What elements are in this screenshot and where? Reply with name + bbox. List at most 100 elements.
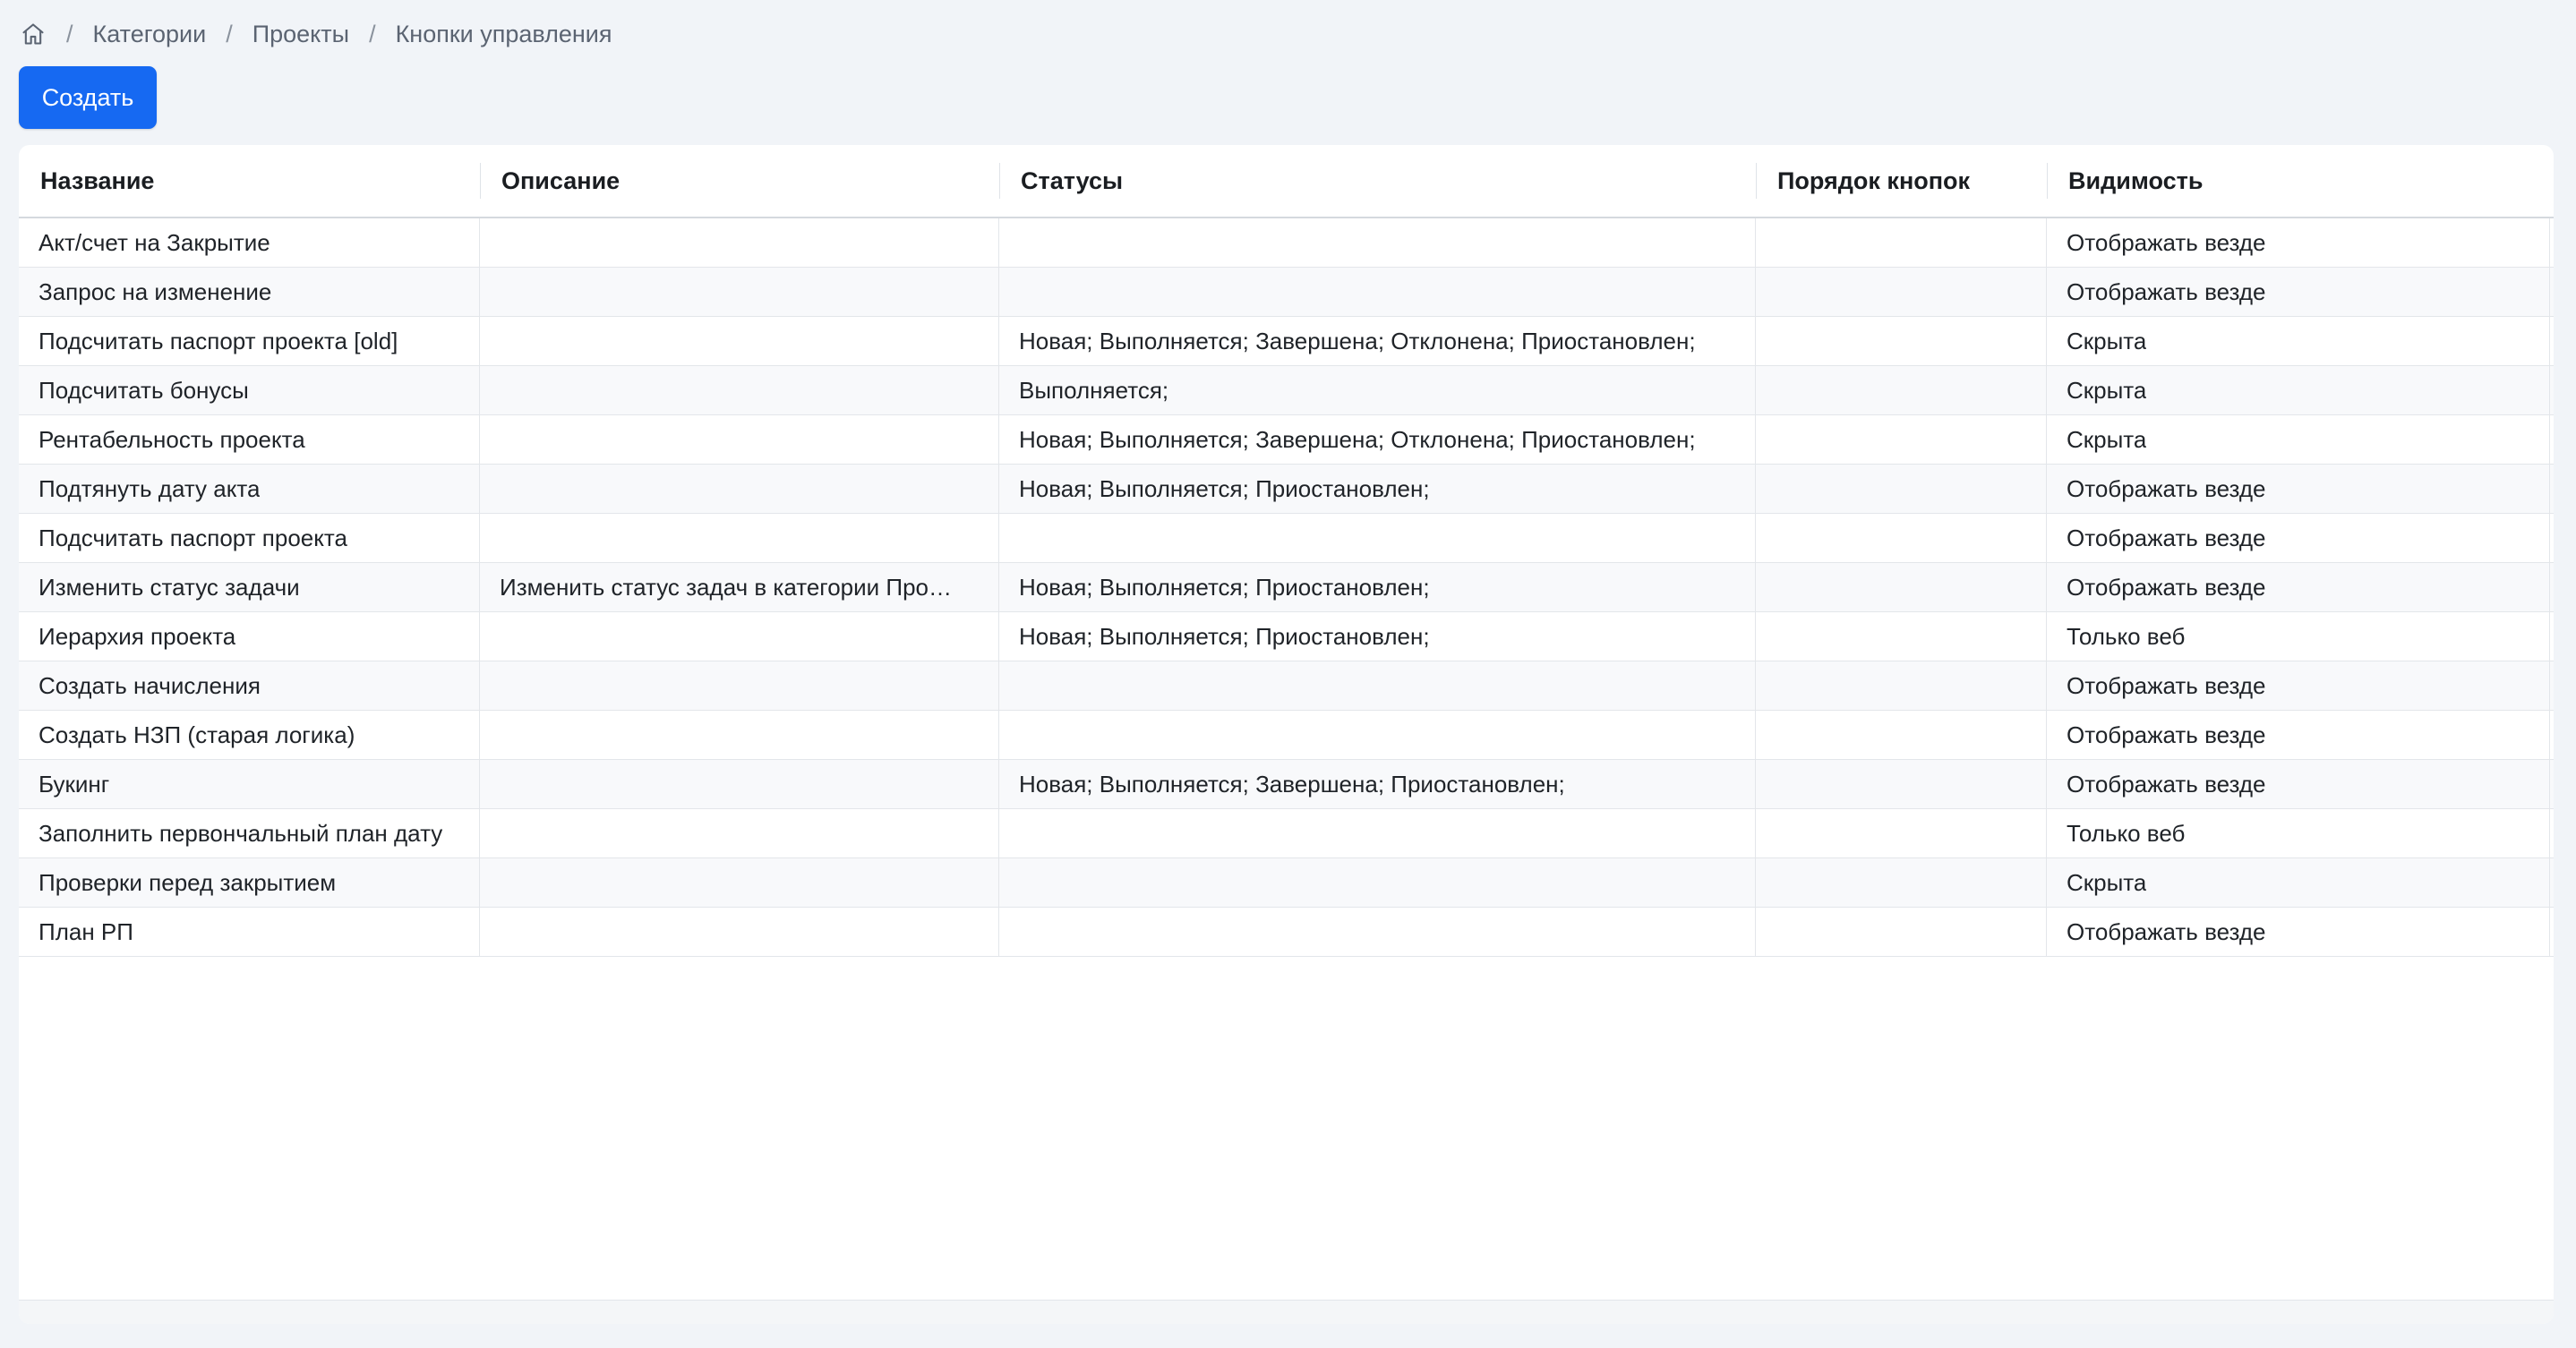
- cell-statuses-text: Новая; Выполняется; Завершена; Отклонена…: [1019, 426, 1696, 453]
- cell-visibility: Отображать везде: [2047, 760, 2550, 809]
- cell-statuses: [999, 661, 1756, 711]
- cell-visibility-text: Скрыта: [2067, 869, 2147, 896]
- column-header-statuses[interactable]: Статусы: [999, 145, 1756, 217]
- home-icon[interactable]: [20, 21, 47, 47]
- cell-visibility: Отображать везде: [2047, 711, 2550, 760]
- cell-order: [1756, 415, 2047, 465]
- cell-statuses: Новая; Выполняется; Приостановлен;: [999, 465, 1756, 514]
- cell-order: [1756, 858, 2047, 908]
- table-row[interactable]: Заполнить первончальный план дату Только …: [19, 809, 2554, 858]
- cell-statuses: [999, 711, 1756, 760]
- cell-description: [480, 908, 999, 957]
- breadcrumb-item-categories[interactable]: Категории: [93, 21, 207, 48]
- cell-visibility: Отображать везде: [2047, 563, 2550, 612]
- cell-statuses: [999, 218, 1756, 268]
- cell-visibility-text: Отображать везде: [2067, 721, 2266, 748]
- column-header-visibility[interactable]: Видимость: [2047, 145, 2550, 217]
- cell-name: Запрос на изменение: [19, 268, 480, 317]
- cell-name-text: Рентабельность проекта: [39, 426, 305, 453]
- cell-description: [480, 465, 999, 514]
- cell-statuses-text: Новая; Выполняется; Приостановлен;: [1019, 475, 1430, 502]
- table-row[interactable]: План РП Отображать везде: [19, 908, 2554, 957]
- cell-visibility: Отображать везде: [2047, 514, 2550, 563]
- breadcrumb-separator: /: [369, 20, 376, 47]
- table-row[interactable]: Создать начисления Отображать везде: [19, 661, 2554, 711]
- table-row[interactable]: Запрос на изменение Отображать везде: [19, 268, 2554, 317]
- horizontal-scrollbar[interactable]: [19, 1300, 2554, 1324]
- table-row[interactable]: Букинг Новая; Выполняется; Завершена; При…: [19, 760, 2554, 809]
- cell-visibility-text: Только веб: [2067, 820, 2186, 847]
- cell-order: [1756, 711, 2047, 760]
- table-row[interactable]: Подсчитать паспорт проекта Отображать вез…: [19, 514, 2554, 563]
- cell-description: [480, 317, 999, 366]
- breadcrumb-item-projects[interactable]: Проекты: [252, 21, 349, 48]
- cell-statuses: Новая; Выполняется; Завершена; Отклонена…: [999, 317, 1756, 366]
- cell-statuses-text: Новая; Выполняется; Завершена; Отклонена…: [1019, 328, 1696, 354]
- cell-name-text: Иерархия проекта: [39, 623, 236, 650]
- cell-order: [1756, 760, 2047, 809]
- cell-name-text: Создать НЗП (старая логика): [39, 721, 355, 748]
- cell-description: [480, 218, 999, 268]
- cell-name-text: Создать начисления: [39, 672, 261, 699]
- column-header-description[interactable]: Описание: [480, 145, 999, 217]
- cell-statuses: [999, 514, 1756, 563]
- cell-name-text: Проверки перед закрытием: [39, 869, 337, 896]
- cell-name: Букинг: [19, 760, 480, 809]
- table-row[interactable]: Акт/счет на Закрытие Отображать везде: [19, 218, 2554, 268]
- table-row[interactable]: Подтянуть дату акта Новая; Выполняется; П…: [19, 465, 2554, 514]
- buttons-table: Название Описание Статусы Порядок кнопок…: [19, 145, 2554, 1324]
- cell-order: [1756, 612, 2047, 661]
- cell-name-text: Подсчитать паспорт проекта: [39, 525, 348, 551]
- cell-name-text: Подсчитать паспорт проекта [old]: [39, 328, 398, 354]
- cell-name: Рентабельность проекта: [19, 415, 480, 465]
- cell-description: [480, 514, 999, 563]
- cell-name: Подсчитать паспорт проекта: [19, 514, 480, 563]
- cell-visibility: Только веб: [2047, 612, 2550, 661]
- column-header-name[interactable]: Название: [19, 145, 480, 217]
- table-row[interactable]: Проверки перед закрытием Скрыта: [19, 858, 2554, 908]
- cell-order: [1756, 317, 2047, 366]
- cell-name: Подтянуть дату акта: [19, 465, 480, 514]
- table-row[interactable]: Иерархия проекта Новая; Выполняется; Прио…: [19, 612, 2554, 661]
- cell-name: Проверки перед закрытием: [19, 858, 480, 908]
- cell-statuses-text: Новая; Выполняется; Приостановлен;: [1019, 623, 1430, 650]
- breadcrumb-separator: /: [66, 20, 73, 47]
- table-row[interactable]: Рентабельность проекта Новая; Выполняется…: [19, 415, 2554, 465]
- cell-statuses-text: Выполняется;: [1019, 377, 1169, 404]
- cell-statuses: [999, 858, 1756, 908]
- cell-name-text: Подтянуть дату акта: [39, 475, 261, 502]
- cell-visibility: Скрыта: [2047, 366, 2550, 415]
- table-row[interactable]: Создать НЗП (старая логика) Отображать ве…: [19, 711, 2554, 760]
- cell-visibility-text: Скрыта: [2067, 377, 2147, 404]
- cell-description: [480, 366, 999, 415]
- cell-name-text: План РП: [39, 918, 133, 945]
- cell-visibility: Отображать везде: [2047, 661, 2550, 711]
- cell-name: Изменить статус задачи: [19, 563, 480, 612]
- cell-name: Иерархия проекта: [19, 612, 480, 661]
- cell-visibility: Отображать везде: [2047, 465, 2550, 514]
- cell-statuses-text: Новая; Выполняется; Завершена; Приостано…: [1019, 771, 1565, 798]
- cell-description: [480, 760, 999, 809]
- cell-visibility-text: Отображать везде: [2067, 771, 2266, 798]
- cell-name-text: Заполнить первончальный план дату: [39, 820, 443, 847]
- cell-visibility: Отображать везде: [2047, 268, 2550, 317]
- create-button[interactable]: Создать: [19, 66, 157, 129]
- cell-statuses: [999, 908, 1756, 957]
- cell-name: План РП: [19, 908, 480, 957]
- cell-name: Подсчитать паспорт проекта [old]: [19, 317, 480, 366]
- column-header-order[interactable]: Порядок кнопок: [1756, 145, 2047, 217]
- cell-statuses: Новая; Выполняется; Завершена; Отклонена…: [999, 415, 1756, 465]
- table-header: Название Описание Статусы Порядок кнопок…: [19, 145, 2554, 218]
- cell-statuses: Новая; Выполняется; Завершена; Приостано…: [999, 760, 1756, 809]
- table-row[interactable]: Изменить статус задачи Изменить статус за…: [19, 563, 2554, 612]
- cell-statuses: Новая; Выполняется; Приостановлен;: [999, 563, 1756, 612]
- cell-order: [1756, 809, 2047, 858]
- cell-description: [480, 612, 999, 661]
- cell-visibility-text: Отображать везде: [2067, 574, 2266, 601]
- cell-visibility-text: Скрыта: [2067, 328, 2147, 354]
- breadcrumb: / Категории / Проекты / Кнопки управлени…: [20, 18, 612, 50]
- table-row[interactable]: Подсчитать бонусы Выполняется; Скрыта: [19, 366, 2554, 415]
- cell-statuses-text: Новая; Выполняется; Приостановлен;: [1019, 574, 1430, 601]
- table-row[interactable]: Подсчитать паспорт проекта [old] Новая; В…: [19, 317, 2554, 366]
- cell-visibility: Скрыта: [2047, 317, 2550, 366]
